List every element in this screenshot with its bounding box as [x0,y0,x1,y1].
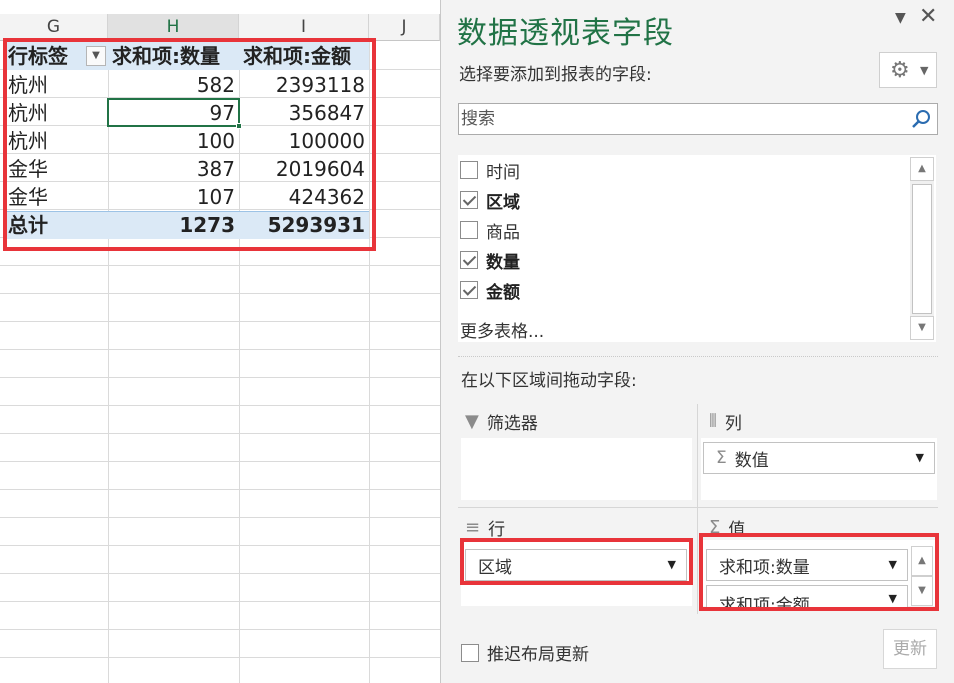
field-label: 商品 [486,222,520,243]
field-list-scrollbar[interactable]: ▲ ▼ [910,157,934,340]
field-item-region[interactable]: 区域 [460,187,520,213]
more-tables-link[interactable]: 更多表格... [460,317,544,342]
field-checkbox[interactable] [460,191,478,209]
columns-icon: ⦀ [709,411,717,432]
chevron-down-icon: ▼ [920,64,929,77]
close-icon[interactable]: ✕ [919,4,937,29]
field-label: 时间 [486,162,520,183]
field-label: 金额 [486,282,520,303]
sigma-icon: Σ [716,448,727,468]
filter-area-title: ▼ 筛选器 [465,411,538,434]
field-label: 数量 [486,252,520,273]
section-separator [458,356,938,357]
chip-label: 数值 [734,450,769,471]
search-icon[interactable] [911,108,933,130]
field-search-box[interactable] [458,103,938,135]
scroll-up-icon[interactable]: ▲ [910,157,934,181]
field-item-amount[interactable]: 金额 [460,277,520,303]
values-highlight-box [699,533,939,611]
field-item-product[interactable]: 商品 [460,217,520,243]
field-list: 时间 区域 商品 数量 金额 更多表格... ▲ ▼ [458,155,936,342]
drag-areas-label: 在以下区域间拖动字段: [461,371,637,391]
scroll-thumb[interactable] [912,184,932,314]
field-checkbox[interactable] [460,251,478,269]
panel-title: 数据透视表字段 [457,16,674,51]
column-header-h[interactable]: H [108,14,239,41]
rows-area-title: ≡ 行 [465,517,506,540]
chevron-down-icon[interactable]: ▼ [916,451,924,464]
field-item-time[interactable]: 时间 [460,157,520,183]
defer-checkbox[interactable] [461,643,479,662]
field-label: 区域 [486,192,520,213]
pivot-highlight-box [3,38,376,251]
panel-options-chevron-icon[interactable]: ▼ [895,10,906,26]
column-header-g[interactable]: G [0,14,108,41]
update-button[interactable]: 更新 [883,629,937,669]
field-checkbox[interactable] [460,281,478,299]
search-input[interactable] [461,106,901,132]
area-divider [697,404,698,614]
columns-chip-values[interactable]: Σ 数值 ▼ [703,442,935,474]
worksheet[interactable]: G H I J 行标签 ▼ 求和项:数量 求和项:金额 杭州 582 23931… [0,0,440,683]
scroll-down-icon[interactable]: ▼ [910,316,934,340]
field-item-quantity[interactable]: 数量 [460,247,520,273]
filter-icon: ▼ [465,411,479,432]
area-divider [458,507,938,508]
filter-drop-zone[interactable] [461,438,692,500]
defer-label: 推迟布局更新 [487,645,589,665]
column-header-i[interactable]: I [239,14,369,41]
defer-layout-update[interactable]: 推迟布局更新 [461,640,589,665]
pivot-fields-panel: 数据透视表字段 ▼ ✕ 选择要添加到报表的字段: ⚙ ▼ 时间 区域 商品 数量 [440,0,954,683]
tools-button[interactable]: ⚙ ▼ [879,52,937,88]
columns-area-title: ⦀ 列 [709,411,742,434]
gear-icon: ⚙ [890,58,910,83]
rows-highlight-box [460,538,693,585]
rows-icon: ≡ [465,517,481,538]
column-header-j[interactable]: J [369,14,440,41]
field-checkbox[interactable] [460,161,478,179]
panel-subtitle: 选择要添加到报表的字段: [459,65,652,85]
field-checkbox[interactable] [460,221,478,239]
